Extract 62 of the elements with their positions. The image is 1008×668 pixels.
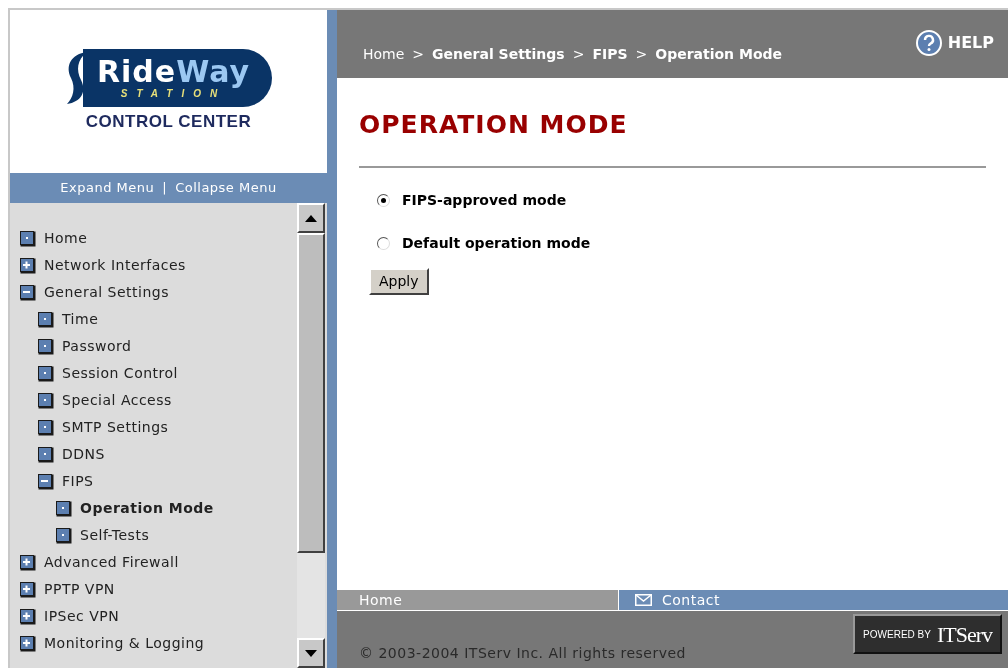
menu-item[interactable]: Home bbox=[44, 228, 88, 249]
bullet-icon[interactable] bbox=[38, 311, 54, 328]
logo-caption: CONTROL CENTER bbox=[85, 110, 252, 133]
bullet-icon[interactable] bbox=[56, 500, 72, 517]
breadcrumb-link[interactable]: Operation Mode bbox=[655, 44, 783, 65]
menu-item[interactable]: FIPS bbox=[62, 471, 94, 492]
up-arrow-icon bbox=[305, 214, 317, 222]
menu-item[interactable]: PPTP VPN bbox=[44, 579, 115, 600]
menu-item[interactable]: Monitoring & Logging bbox=[44, 633, 205, 654]
radio-button[interactable] bbox=[377, 236, 390, 250]
menu-item[interactable]: General Settings bbox=[44, 282, 170, 303]
logo-text: Way bbox=[176, 55, 251, 88]
menu-item[interactable]: Time bbox=[62, 309, 99, 330]
plus-icon[interactable] bbox=[20, 581, 36, 598]
envelope-icon bbox=[635, 594, 652, 606]
breadcrumb-link[interactable]: Home bbox=[363, 44, 405, 65]
scroll-down-button[interactable] bbox=[297, 638, 325, 668]
bullet-icon[interactable] bbox=[56, 527, 72, 544]
powered-by-text: POWERED BY bbox=[863, 627, 931, 642]
scroll-up-button[interactable] bbox=[297, 203, 325, 233]
menu-item[interactable]: Advanced Firewall bbox=[44, 552, 179, 573]
copyright-text: © 2003-2004 ITServ Inc. All rights reserved bbox=[359, 644, 686, 663]
minus-icon[interactable] bbox=[38, 473, 54, 490]
itserv-logo-text: ITServ bbox=[936, 620, 992, 649]
menu-item[interactable]: Special Access bbox=[62, 390, 172, 411]
breadcrumb-link[interactable]: FIPS bbox=[592, 44, 628, 65]
scrollbar[interactable] bbox=[297, 203, 325, 668]
menu-item[interactable]: Password bbox=[62, 336, 132, 357]
breadcrumb-link[interactable]: General Settings bbox=[432, 44, 565, 65]
logo-subtitle: STATION bbox=[120, 87, 227, 100]
plus-icon[interactable] bbox=[20, 635, 36, 652]
bullet-icon[interactable] bbox=[20, 230, 36, 247]
plus-icon[interactable] bbox=[20, 554, 36, 571]
radio-button[interactable] bbox=[377, 193, 390, 207]
down-arrow-icon bbox=[305, 649, 317, 657]
menu-item[interactable]: IPSec VPN bbox=[44, 606, 120, 627]
breadcrumb-separator: > bbox=[635, 45, 648, 64]
help-icon[interactable] bbox=[915, 30, 942, 56]
logo-text: Ride bbox=[96, 55, 177, 88]
radio-label: FIPS-approved mode bbox=[402, 190, 567, 210]
apply-button[interactable]: Apply bbox=[369, 267, 429, 295]
bullet-icon[interactable] bbox=[38, 365, 54, 382]
radio-label: Default operation mode bbox=[402, 233, 591, 253]
plus-icon[interactable] bbox=[20, 257, 36, 274]
menu-item[interactable]: Operation Mode bbox=[80, 498, 214, 519]
bullet-icon[interactable] bbox=[38, 446, 54, 463]
help-link[interactable]: HELP bbox=[947, 31, 994, 55]
plus-icon[interactable] bbox=[20, 608, 36, 625]
minus-icon[interactable] bbox=[20, 284, 36, 301]
separator: | bbox=[162, 179, 168, 198]
page-title: OPERATION MODE bbox=[359, 109, 629, 141]
menu-item[interactable]: Session Control bbox=[62, 363, 178, 384]
breadcrumb-separator: > bbox=[412, 45, 425, 64]
menu-item[interactable]: Network Interfaces bbox=[44, 255, 186, 276]
breadcrumb-separator: > bbox=[572, 45, 585, 64]
menu-item[interactable]: SMTP Settings bbox=[62, 417, 169, 438]
bullet-icon[interactable] bbox=[38, 338, 54, 355]
bullet-icon[interactable] bbox=[38, 392, 54, 409]
menu-item[interactable]: DDNS bbox=[62, 444, 105, 465]
bullet-icon[interactable] bbox=[38, 419, 54, 436]
menu-item[interactable]: Self-Tests bbox=[80, 525, 150, 546]
scroll-thumb[interactable] bbox=[297, 233, 325, 553]
